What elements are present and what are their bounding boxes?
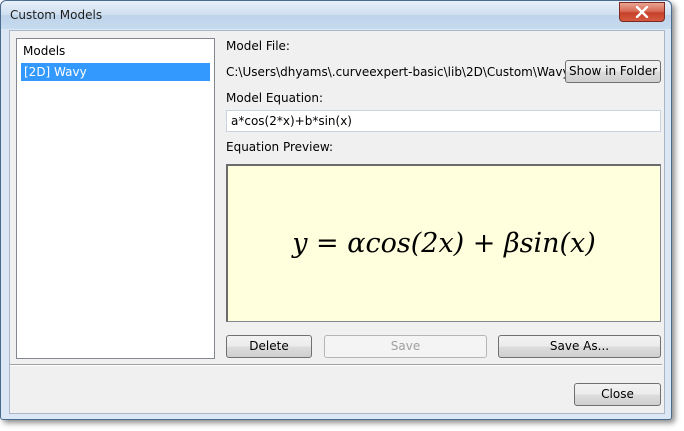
close-icon [635,6,649,18]
title-bar: Custom Models [1,1,671,29]
model-equation-label: Model Equation: [226,91,324,105]
close-button[interactable]: Close [574,383,661,406]
equation-preview-label: Equation Preview: [226,140,334,154]
delete-button[interactable]: Delete [226,335,312,358]
equation-preview-formula: y = αcos(2x) + βsin(x) [292,228,596,259]
models-list-header: Models [23,44,66,58]
save-button[interactable]: Save [324,335,487,358]
show-in-folder-button[interactable]: Show in Folder [565,60,661,83]
list-item[interactable]: [2D] Wavy [21,63,210,81]
model-file-label: Model File: [226,39,290,53]
window-title: Custom Models [10,8,103,22]
models-list[interactable]: Models [2D] Wavy [16,38,215,359]
model-equation-input[interactable]: a*cos(2*x)+b*sin(x) [226,110,661,132]
equation-preview-panel: y = αcos(2x) + βsin(x) [226,164,661,322]
dialog-body: Models [2D] Wavy Model File: C:\Users\dh… [9,30,665,414]
save-as-button[interactable]: Save As... [498,335,661,358]
custom-models-window: Custom Models Models [2D] Wavy Model Fil… [0,0,672,420]
model-file-path: C:\Users\dhyams\.curveexpert-basic\lib\2… [226,65,587,79]
separator [10,364,662,366]
window-close-button[interactable] [619,2,665,22]
